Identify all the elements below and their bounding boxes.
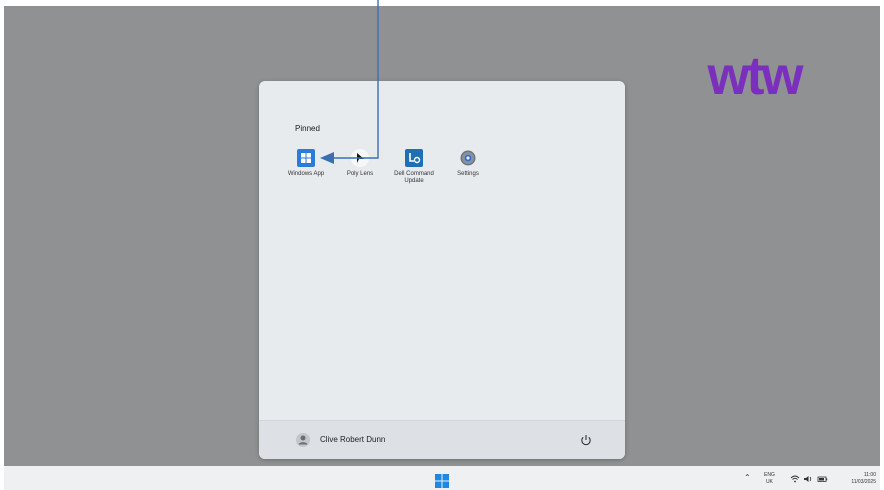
settings-gear-icon [460, 150, 476, 166]
poly-lens-icon [351, 149, 369, 167]
app-label: Poly Lens [346, 171, 374, 177]
clock-date: 11/03/2025 [851, 479, 876, 485]
clock-time: 11:00 [863, 472, 876, 478]
battery-icon [817, 476, 828, 482]
dell-command-update-icon [405, 149, 423, 167]
language-indicator[interactable]: ENG UK [764, 472, 775, 486]
volume-icon [804, 476, 812, 482]
pinned-app-windows-app[interactable]: Windows App [277, 149, 335, 178]
taskbar: ⌃ ENG UK 11:00 11/03/2025 [4, 466, 880, 490]
user-avatar-icon[interactable] [296, 433, 310, 447]
clock[interactable]: 11:00 11/03/2025 [838, 472, 876, 486]
pinned-app-poly-lens[interactable]: Poly Lens [331, 149, 389, 178]
power-icon[interactable] [579, 433, 593, 447]
app-label: Dell Command Update [394, 171, 434, 184]
pinned-app-settings[interactable]: Settings [439, 149, 497, 178]
logo-text: wtw [707, 52, 805, 102]
start-menu: Pinned Windows App Poly Lens Dell Comman… [259, 81, 625, 459]
tray-status-icons[interactable] [790, 474, 830, 484]
app-label: Windows App [287, 171, 325, 177]
start-button-windows-icon[interactable] [435, 474, 449, 488]
wtw-logo: wtw [707, 52, 808, 102]
show-hidden-icons-chevron-up-icon[interactable]: ⌃ [744, 473, 751, 482]
pinned-heading: Pinned [295, 124, 320, 133]
language-region: UK [765, 479, 773, 485]
pinned-app-dell-command-update[interactable]: Dell Command Update [385, 149, 443, 185]
language-code: ENG [764, 472, 775, 478]
windows-app-icon [297, 149, 315, 167]
user-bar: Clive Robert Dunn [259, 420, 625, 459]
wifi-icon [790, 475, 800, 483]
app-label: Settings [457, 171, 479, 177]
user-name[interactable]: Clive Robert Dunn [320, 435, 385, 444]
